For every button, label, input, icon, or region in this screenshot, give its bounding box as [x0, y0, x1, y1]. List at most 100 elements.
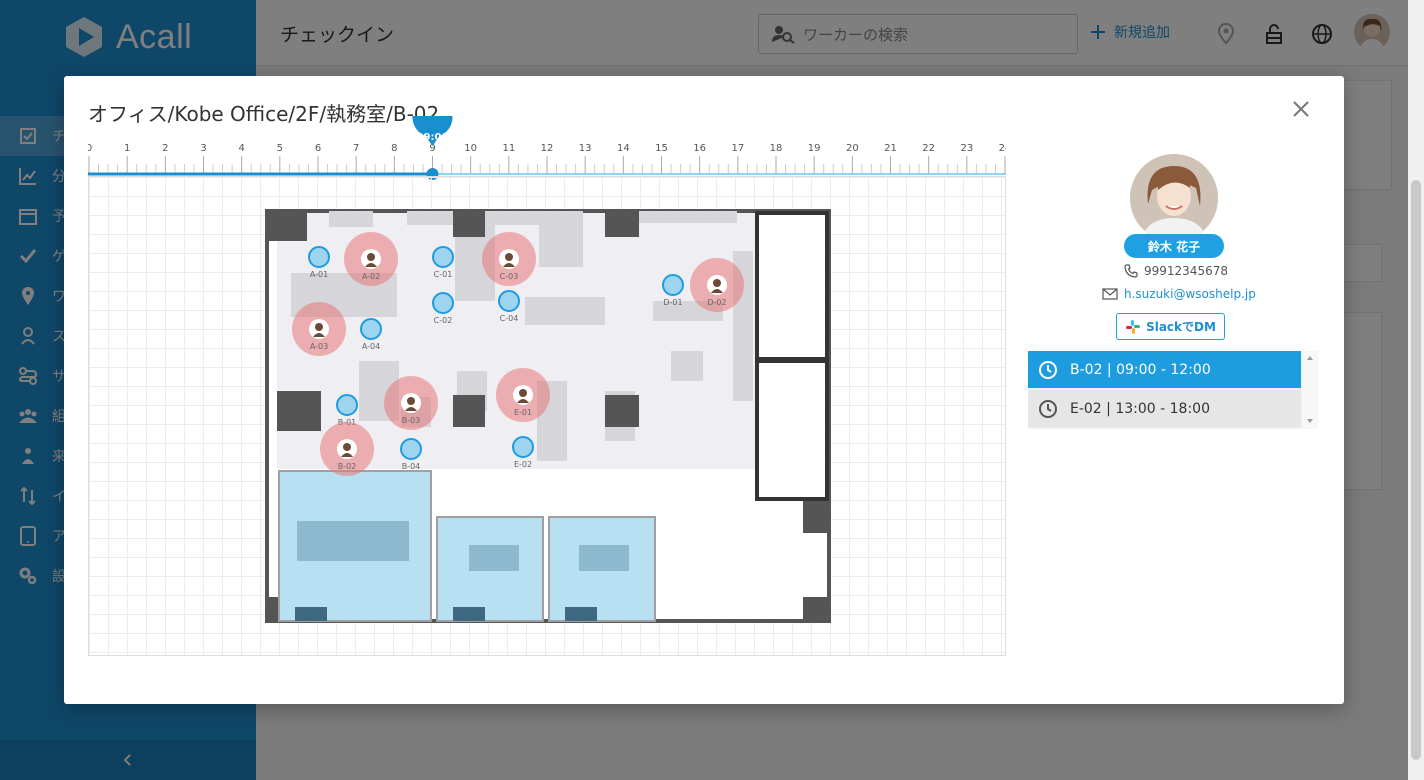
email-address[interactable]: h.suzuki@wsoshelp.jp	[1124, 287, 1256, 301]
hour-tick-label: 1	[124, 143, 130, 154]
seat-label: C-02	[434, 316, 453, 325]
seat-occupied[interactable]: C-03	[482, 232, 536, 286]
seat-occupied[interactable]: E-01	[496, 368, 550, 422]
hour-tick-label: 3	[200, 143, 206, 154]
seat-dot	[498, 290, 520, 312]
avatar-head	[713, 279, 721, 287]
clock-icon	[1039, 360, 1057, 379]
app: Acall チ分予ゲワスサ組来イア設 チェックイン ワーカーの検索 新規追加	[0, 0, 1424, 780]
seat-free[interactable]: B-04	[400, 438, 422, 471]
hour-tick-label: 5	[277, 143, 283, 154]
booking-item[interactable]: E-02 | 13:00 - 18:00	[1028, 390, 1301, 427]
seat-free[interactable]: C-04	[498, 290, 520, 323]
scroll-arrows-icon	[1307, 356, 1313, 423]
hour-tick-label: 0	[88, 143, 92, 154]
seat-label: B-04	[402, 462, 421, 471]
current-time-label: 09:00	[417, 132, 449, 143]
seat-occupied[interactable]: D-02	[690, 258, 744, 312]
seat-dot	[432, 292, 454, 314]
floor-plan: A-01A-04C-01C-02C-04D-01B-01B-04E-02A-02…	[265, 209, 831, 623]
hour-tick-label: 22	[922, 143, 935, 154]
avatar-head	[367, 253, 375, 261]
desk-block	[525, 297, 605, 325]
scroll-thumb[interactable]	[1411, 180, 1421, 760]
seat-dot	[512, 436, 534, 458]
seat-label: A-04	[362, 342, 380, 351]
seat-occupied[interactable]: A-02	[344, 232, 398, 286]
avatar-head	[343, 443, 351, 451]
seat-free[interactable]: A-04	[360, 318, 382, 351]
hour-tick-label: 17	[731, 143, 744, 154]
seat-map-modal: オフィス/Kobe Office/2F/執務室/B-02 01234567891…	[64, 76, 1344, 704]
seat-label: C-03	[500, 272, 519, 281]
seat-occupied[interactable]: B-02	[320, 422, 374, 476]
profile-photo-icon	[1130, 154, 1218, 242]
seat-label: A-01	[310, 270, 328, 279]
avatar-head	[505, 253, 513, 261]
column-block	[605, 395, 639, 427]
hour-tick-label: 4	[238, 143, 244, 154]
desk-block	[671, 351, 703, 381]
column-block	[453, 211, 485, 237]
seat-dot	[662, 274, 684, 296]
seat-dot	[360, 318, 382, 340]
room-door	[565, 607, 597, 621]
seat-free[interactable]: E-02	[512, 436, 534, 469]
seat-label: D-01	[663, 298, 682, 307]
close-icon[interactable]	[1290, 98, 1312, 120]
hour-tick-label: 18	[770, 143, 783, 154]
seat-label: A-02	[362, 272, 380, 281]
desk-block	[539, 211, 583, 267]
avatar-head	[519, 389, 527, 397]
hour-tick-label: 6	[315, 143, 321, 154]
phone-number: 99912345678	[1144, 264, 1228, 278]
clock-icon	[1039, 399, 1057, 418]
column-block	[605, 211, 639, 237]
column-block	[803, 497, 829, 533]
column-block	[453, 395, 485, 427]
hour-tick-label: 2	[162, 143, 168, 154]
seat-dot	[400, 438, 422, 460]
seat-dot	[432, 246, 454, 268]
profile-email[interactable]: h.suzuki@wsoshelp.jp	[1102, 287, 1256, 301]
column-block	[267, 211, 307, 241]
seat-free[interactable]: C-01	[432, 246, 454, 279]
seat-dot	[336, 394, 358, 416]
booking-list-scrollbar[interactable]	[1302, 351, 1318, 429]
seat-free[interactable]: A-01	[308, 246, 330, 279]
hour-tick-label: 7	[353, 143, 359, 154]
seat-free[interactable]: D-01	[662, 274, 684, 307]
desk-block	[329, 211, 373, 227]
hour-tick-label: 15	[655, 143, 668, 154]
column-block	[803, 597, 829, 621]
hour-tick-label: 20	[846, 143, 859, 154]
seat-occupied[interactable]: A-03	[292, 302, 346, 356]
seat-label: B-02	[338, 462, 357, 471]
hour-tick-label: 13	[579, 143, 592, 154]
page-scrollbar[interactable]	[1408, 0, 1424, 780]
building-plan: A-01A-04C-01C-02C-04D-01B-01B-04E-02A-02…	[265, 209, 831, 623]
profile-photo	[1130, 154, 1218, 242]
slack-dm-button[interactable]: SlackでDM	[1116, 313, 1225, 340]
seat-label: B-03	[402, 416, 421, 425]
meeting-table	[297, 521, 409, 561]
room-door	[295, 607, 327, 621]
mail-icon	[1102, 288, 1118, 300]
seat-label: E-02	[514, 460, 532, 469]
hour-tick-label: 11	[502, 143, 515, 154]
booking-label: B-02 | 09:00 - 12:00	[1070, 361, 1211, 378]
seat-label: E-01	[514, 408, 532, 417]
room-door	[453, 607, 485, 621]
profile-phone: 99912345678	[1124, 264, 1228, 278]
seat-free[interactable]: C-02	[432, 292, 454, 325]
avatar-head	[407, 397, 415, 405]
avatar-head	[315, 323, 323, 331]
slack-icon	[1126, 319, 1141, 334]
meeting-table	[469, 545, 519, 571]
hour-tick-label: 24	[999, 143, 1006, 154]
seat-label: C-01	[434, 270, 453, 279]
meeting-table	[579, 545, 629, 571]
floor-map: A-01A-04C-01C-02C-04D-01B-01B-04E-02A-02…	[88, 176, 1006, 656]
booking-item-active[interactable]: B-02 | 09:00 - 12:00	[1028, 351, 1301, 388]
seat-occupied[interactable]: B-03	[384, 376, 438, 430]
